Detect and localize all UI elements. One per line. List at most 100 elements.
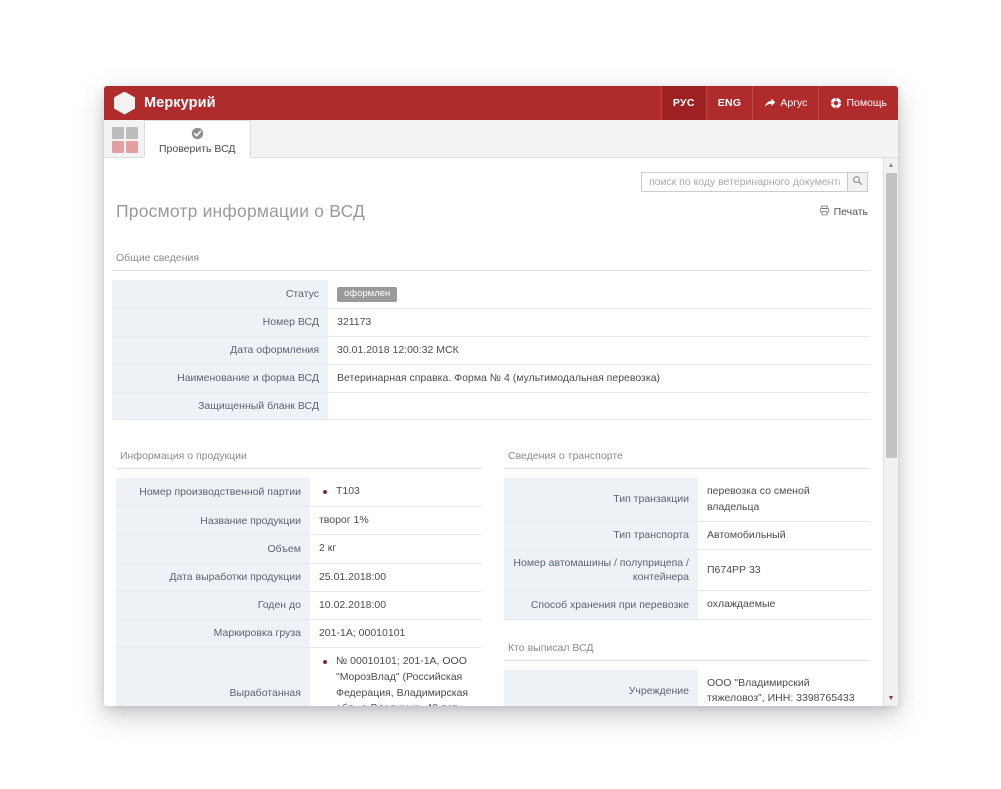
row-value	[328, 392, 870, 421]
nav-argus[interactable]: Аргус	[752, 86, 818, 120]
check-circle-icon	[191, 127, 204, 142]
two-column-area: Информация о продукции Номер производств…	[112, 420, 870, 706]
row-value: перевозка со сменой владельца	[697, 478, 870, 522]
row-label: Маркировка груза	[116, 619, 310, 649]
transport-info-table: Тип транзакции перевозка со сменой владе…	[504, 478, 870, 620]
row-label: Тип транспорта	[504, 521, 698, 550]
product-info-table: Номер производственной партии T103 Назва…	[116, 478, 482, 706]
row-label: Дата выработки продукции	[116, 563, 310, 592]
nav-lang-eng[interactable]: ENG	[705, 86, 753, 120]
section-header-product: Информация о продукции	[116, 450, 482, 470]
bullet-list: T103	[319, 484, 473, 500]
mercury-hexagon-logo-icon	[114, 91, 135, 115]
table-row: Тип транспорта Автомобильный	[504, 521, 870, 550]
scrollbar-thumb[interactable]	[886, 173, 897, 458]
app-brand[interactable]: Меркурий	[104, 86, 216, 120]
browser-window: Меркурий РУС ENG Аргус Помощь Проверить …	[104, 86, 898, 706]
row-value: Автомобильный	[697, 521, 870, 550]
table-row: Дата выработки продукции 25.01.2018:00	[116, 563, 482, 592]
row-label: Номер автомашины / полуприцепа / контейн…	[504, 549, 698, 592]
row-value: № 00010101; 201-1А, ООО "МорозВлад" (Рос…	[309, 647, 482, 706]
row-value: T103	[309, 478, 482, 508]
table-row: Тип транзакции перевозка со сменой владе…	[504, 478, 870, 522]
table-row: Дата оформления 30.01.2018 12:00:32 МСК	[112, 336, 870, 365]
row-value: Ветеринарная справка. Форма № 4 (мультим…	[328, 364, 870, 394]
print-button[interactable]: Печать	[819, 205, 868, 222]
row-label: Номер ВСД	[112, 308, 329, 337]
table-row: Способ хранения при перевозке охлаждаемы…	[504, 590, 870, 620]
row-label: Номер производственной партии	[116, 478, 310, 508]
nav-lang-rus-label: РУС	[672, 97, 695, 109]
row-value: творог 1%	[309, 506, 482, 536]
scrollbar-up-button[interactable]: ▲	[884, 158, 898, 173]
nav-help-label: Помощь	[846, 97, 887, 109]
grid-cell-1	[112, 127, 124, 139]
tab-check-vsd-label: Проверить ВСД	[159, 142, 236, 155]
grid-cell-2	[126, 127, 138, 139]
row-label: Объем	[116, 534, 310, 564]
row-value: 321173	[328, 308, 870, 337]
share-arrow-icon	[764, 97, 776, 109]
table-row: Объем 2 кг	[116, 534, 482, 564]
screenshot-root: Меркурий РУС ENG Аргус Помощь Проверить …	[0, 0, 1001, 789]
column-transport-issuer: Сведения о транспорте Тип транзакции пер…	[504, 420, 870, 706]
list-item: № 00010101; 201-1А, ООО "МорозВлад" (Рос…	[322, 654, 473, 706]
vertical-scrollbar[interactable]: ▲ ▼	[883, 158, 898, 706]
row-value: 201-1А; 00010101	[309, 619, 482, 649]
row-value: 2 кг	[309, 534, 482, 564]
table-row: Защищенный бланк ВСД	[112, 392, 870, 421]
row-value: 30.01.2018 12:00:32 МСК	[328, 336, 870, 365]
page-content: Просмотр информации о ВСД Печать	[104, 158, 898, 706]
print-label: Печать	[833, 206, 868, 218]
status-badge: оформлен	[337, 287, 398, 302]
row-value: оформлен	[328, 280, 870, 309]
help-circle-icon	[830, 97, 842, 109]
row-label: Учреждение	[504, 669, 698, 706]
general-info-table: Статус оформлен Номер ВСД 321173 Дата оф…	[112, 280, 870, 421]
column-product: Информация о продукции Номер производств…	[112, 420, 482, 706]
header-nav: РУС ENG Аргус Помощь	[660, 86, 898, 120]
table-row: Наименование и форма ВСД Ветеринарная сп…	[112, 364, 870, 394]
nav-lang-eng-label: ENG	[717, 97, 742, 109]
row-label: Годен до	[116, 591, 310, 620]
table-row: Статус оформлен	[112, 280, 870, 309]
row-label: Название продукции	[116, 506, 310, 536]
tab-check-vsd[interactable]: Проверить ВСД	[144, 120, 251, 158]
row-label: Статус	[112, 280, 329, 309]
row-label: Наименование и форма ВСД	[112, 364, 329, 394]
scrollbar-down-button[interactable]: ▼	[884, 691, 898, 706]
tab-strip: Проверить ВСД	[104, 120, 898, 158]
table-row: Годен до 10.02.2018:00	[116, 591, 482, 620]
printer-icon	[819, 205, 830, 219]
row-value: 25.01.2018:00	[309, 563, 482, 592]
table-row: Название продукции творог 1%	[116, 506, 482, 536]
bullet-list: № 00010101; 201-1А, ООО "МорозВлад" (Рос…	[319, 654, 473, 706]
table-row: Номер автомашины / полуприцепа / контейн…	[504, 549, 870, 592]
issuer-info-table: Учреждение ООО "Владимирский тяжеловоз",…	[504, 669, 870, 706]
search-icon	[852, 173, 863, 191]
nav-help[interactable]: Помощь	[818, 86, 898, 120]
app-brand-name: Меркурий	[144, 95, 216, 111]
app-grid-icon[interactable]	[112, 127, 138, 153]
content-inner: Просмотр информации о ВСД Печать	[104, 158, 898, 706]
search-button[interactable]	[847, 172, 868, 192]
page-title: Просмотр информации о ВСД	[116, 201, 366, 221]
nav-argus-label: Аргус	[780, 97, 808, 109]
row-value: охлаждаемые	[697, 590, 870, 620]
row-label: Выработанная	[116, 647, 310, 706]
title-row: Просмотр информации о ВСД Печать	[112, 192, 870, 222]
nav-lang-rus[interactable]: РУС	[660, 86, 706, 120]
search-input[interactable]	[641, 172, 847, 192]
search-row	[112, 172, 870, 192]
row-value: ООО "Владимирский тяжеловоз", ИНН: 33987…	[697, 669, 870, 706]
row-value: 10.02.2018:00	[309, 591, 482, 620]
row-label: Тип транзакции	[504, 478, 698, 522]
grid-cell-3	[112, 141, 124, 153]
search-box	[641, 172, 868, 192]
table-row: Номер ВСД 321173	[112, 308, 870, 337]
row-label: Защищенный бланк ВСД	[112, 392, 329, 421]
row-label: Дата оформления	[112, 336, 329, 365]
grid-cell-4	[126, 141, 138, 153]
row-value: П674РР 33	[697, 549, 870, 592]
table-row: Маркировка груза 201-1А; 00010101	[116, 619, 482, 649]
